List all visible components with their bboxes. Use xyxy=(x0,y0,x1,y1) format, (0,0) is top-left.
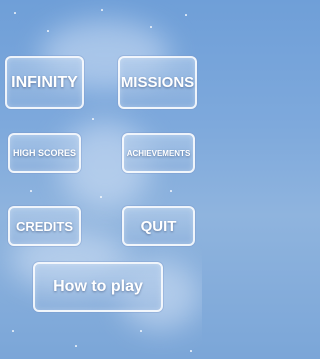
achievements-button[interactable]: ACHIEVEMENTS xyxy=(122,133,195,173)
high-scores-button[interactable]: HIGH SCORES xyxy=(8,133,81,173)
credits-button-label: CREDITS xyxy=(15,218,74,234)
missions-button-label: MISSIONS xyxy=(120,74,195,91)
how-to-play-button-label: How to play xyxy=(53,278,143,295)
missions-button[interactable]: MISSIONS xyxy=(118,56,197,109)
quit-button-label: QUIT xyxy=(140,217,177,235)
quit-button[interactable]: QUIT xyxy=(122,206,195,246)
how-to-play-button[interactable]: How to play xyxy=(33,262,163,312)
high-scores-button-label: HIGH SCORES xyxy=(12,148,76,158)
infinity-button[interactable]: INFINITY xyxy=(5,56,84,109)
achievements-button-label: ACHIEVEMENTS xyxy=(126,148,191,158)
credits-button[interactable]: CREDITS xyxy=(8,206,81,246)
infinity-button-label: INFINITY xyxy=(11,73,78,91)
